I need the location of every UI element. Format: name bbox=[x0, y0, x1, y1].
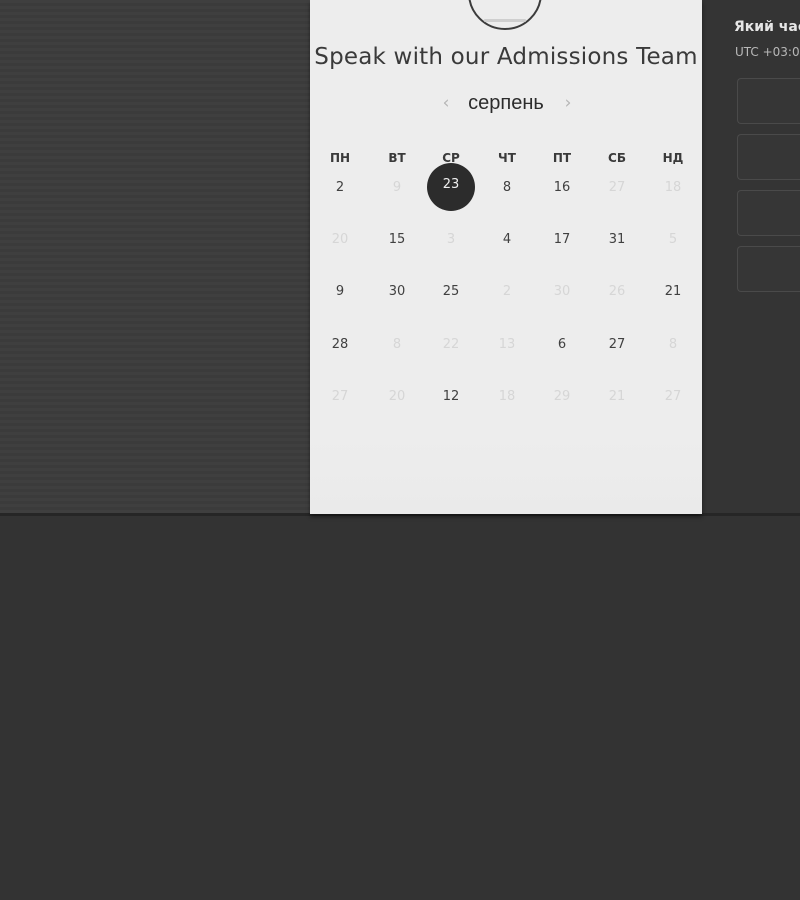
calendar-day: 20 bbox=[331, 232, 349, 247]
calendar-day: 26 bbox=[608, 284, 626, 299]
month-navigation: ‹ серпень › bbox=[310, 90, 702, 120]
time-slot-button[interactable] bbox=[737, 78, 800, 124]
calendar-day: 27 bbox=[331, 389, 349, 404]
logo-icon bbox=[468, 0, 542, 30]
calendar-day: 20 bbox=[388, 389, 406, 404]
calendar-day[interactable]: 12 bbox=[431, 385, 471, 409]
calendar-day[interactable]: 28 bbox=[320, 333, 360, 357]
calendar-day[interactable]: 17 bbox=[542, 228, 582, 252]
calendar-day: 13 bbox=[498, 337, 516, 352]
calendar-day-selected[interactable]: 23 bbox=[427, 163, 475, 211]
calendar-day: 21 bbox=[608, 389, 626, 404]
calendar-day: 30 bbox=[553, 284, 571, 299]
calendar-day: 2 bbox=[502, 284, 512, 299]
weekday-label: ВТ bbox=[388, 151, 406, 165]
calendar-day[interactable]: 4 bbox=[487, 228, 527, 252]
weekday-label: ПТ bbox=[552, 151, 572, 165]
weekday-label: ЧТ bbox=[498, 151, 516, 165]
calendar-day[interactable]: 2 bbox=[320, 176, 360, 200]
page-lower-area bbox=[0, 516, 800, 900]
card-footer bbox=[310, 438, 702, 514]
weekday-label: СБ bbox=[608, 151, 626, 165]
time-slot-button[interactable] bbox=[737, 246, 800, 292]
calendar-day: 3 bbox=[446, 232, 456, 247]
calendar-day[interactable]: 31 bbox=[597, 228, 637, 252]
calendar-day[interactable]: 6 bbox=[542, 333, 582, 357]
time-panel-title: Який час bbox=[734, 19, 800, 35]
calendar-day: 27 bbox=[664, 389, 682, 404]
calendar-day[interactable]: 16 bbox=[542, 176, 582, 200]
calendar-day: 29 bbox=[553, 389, 571, 404]
calendar-day: 27 bbox=[608, 180, 626, 195]
weekday-label: НД bbox=[662, 151, 684, 165]
calendar-day: 18 bbox=[498, 389, 516, 404]
calendar-day[interactable]: 15 bbox=[377, 228, 417, 252]
logo-mark bbox=[484, 19, 526, 22]
calendar-day[interactable]: 25 bbox=[431, 280, 471, 304]
chevron-right-icon[interactable]: › bbox=[558, 92, 578, 114]
timezone-label: UTC +03:0 bbox=[735, 45, 800, 59]
calendar-day[interactable]: 8 bbox=[487, 176, 527, 200]
card-title: Speak with our Admissions Team bbox=[314, 44, 698, 70]
time-slot-button[interactable] bbox=[737, 134, 800, 180]
weekday-label: ПН bbox=[329, 151, 351, 165]
calendar-day: 8 bbox=[668, 337, 678, 352]
time-panel bbox=[702, 0, 800, 516]
calendar-day: 22 bbox=[442, 337, 460, 352]
calendar-day: 9 bbox=[392, 180, 402, 195]
calendar-day: 8 bbox=[392, 337, 402, 352]
calendar-day[interactable]: 9 bbox=[320, 280, 360, 304]
calendar-day: 5 bbox=[668, 232, 678, 247]
calendar-day: 18 bbox=[664, 180, 682, 195]
calendar-day[interactable]: 30 bbox=[377, 280, 417, 304]
calendar-day[interactable]: 27 bbox=[597, 333, 637, 357]
calendar-day[interactable]: 21 bbox=[653, 280, 693, 304]
booking-card: Speak with our Admissions Team ‹ серпень… bbox=[310, 0, 702, 514]
time-slot-button[interactable] bbox=[737, 190, 800, 236]
month-label: серпень bbox=[468, 92, 544, 114]
